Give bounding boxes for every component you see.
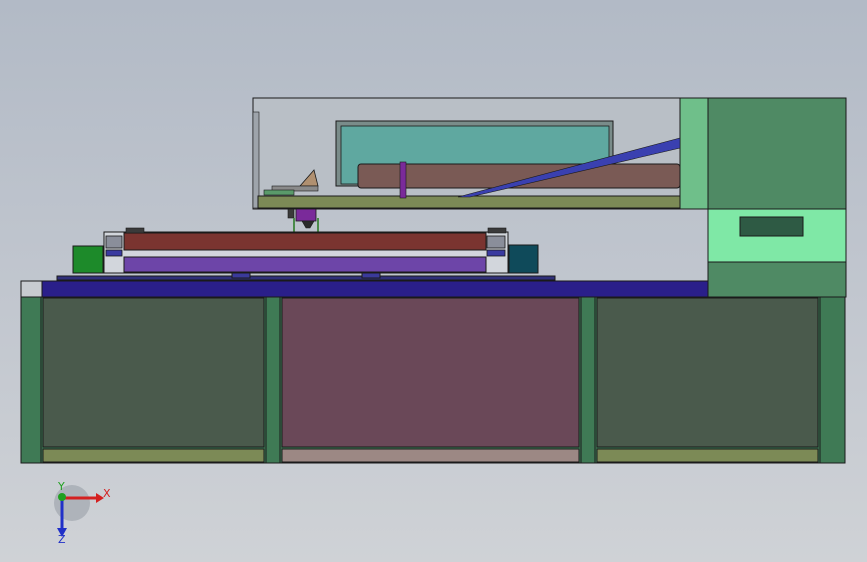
bed-right-clamp — [486, 235, 506, 249]
cabinet-center-panel — [281, 297, 580, 448]
worktable-end-cap — [20, 280, 43, 298]
tower-slot[interactable] — [739, 216, 804, 237]
x-axis-label: X — [103, 487, 111, 500]
machine-model: X Y Z — [20, 97, 847, 546]
bed-right-tab — [487, 227, 507, 234]
cabinet-right-panel — [596, 297, 819, 448]
cabinet-center-base — [281, 448, 580, 463]
y-axis-label: Y — [57, 480, 65, 493]
cabinet-left-panel — [42, 297, 265, 448]
mirror-arm — [263, 189, 295, 196]
bed-left-tab — [125, 227, 145, 234]
bed-upper-roller — [123, 232, 487, 251]
control-tower[interactable] — [679, 97, 847, 298]
bed-left-clamp — [105, 249, 123, 257]
z-axis-label: Z — [58, 533, 66, 546]
tower-lower — [707, 261, 847, 298]
cabinet[interactable] — [20, 296, 846, 464]
cabinet-right-base — [596, 448, 819, 463]
tower-light-panel — [679, 97, 709, 210]
worktable[interactable] — [20, 271, 709, 298]
worktable-rail — [56, 275, 556, 281]
feed-motor-left[interactable] — [72, 245, 104, 274]
worktable-top — [20, 280, 709, 298]
tower-upper — [707, 97, 847, 210]
tube-clamp — [399, 161, 407, 199]
axis-triad: X Y Z — [54, 480, 111, 546]
gantry-floor — [257, 195, 681, 209]
bed-left-clamp — [105, 235, 123, 249]
cabinet-left-base — [42, 448, 265, 463]
y-axis-dot — [58, 493, 66, 501]
cad-viewport[interactable]: X Y Z — [0, 0, 867, 562]
head-support — [287, 208, 295, 219]
work-bed[interactable] — [72, 227, 539, 274]
bed-right-clamp — [486, 249, 506, 257]
gantry-left-edge — [252, 111, 260, 209]
bed-lower-roller — [123, 256, 487, 273]
feed-motor-right[interactable] — [508, 244, 539, 274]
laser-gantry[interactable] — [252, 97, 681, 210]
head-body — [295, 208, 317, 222]
head-nozzle — [301, 220, 315, 229]
